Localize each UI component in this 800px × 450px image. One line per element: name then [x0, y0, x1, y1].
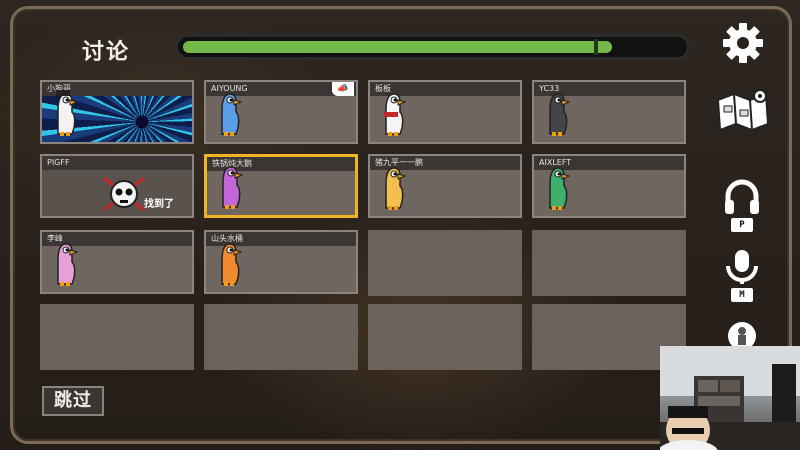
empty-slot — [40, 304, 194, 370]
webcam-person — [660, 346, 800, 450]
body-found-label: 找到了 — [144, 199, 174, 210]
empty-slot — [532, 230, 686, 296]
discussion-timer-bar — [175, 34, 690, 60]
microphone-button[interactable]: M — [722, 248, 762, 304]
player-card[interactable]: 小狗哥 — [40, 80, 194, 144]
player-card[interactable]: 猪九平一一鹏 — [368, 154, 522, 218]
headphones-icon — [725, 179, 759, 214]
megaphone-icon: 📣 — [332, 82, 354, 96]
player-avatar — [215, 161, 244, 213]
player-avatar — [214, 238, 243, 290]
empty-slot — [368, 304, 522, 370]
map-icon — [716, 89, 770, 132]
player-avatar — [50, 238, 79, 290]
microphone-icon — [726, 250, 758, 284]
player-card[interactable]: 板板 — [368, 80, 522, 144]
player-card[interactable]: YC33 — [532, 80, 686, 144]
empty-slot — [204, 304, 358, 370]
settings-button[interactable] — [720, 20, 766, 66]
player-card[interactable]: 山头水桶 — [204, 230, 358, 294]
player-avatar — [50, 88, 79, 140]
skip-button[interactable]: 跳过 — [42, 386, 104, 416]
player-avatar — [378, 162, 407, 214]
player-avatar — [542, 162, 571, 214]
player-card[interactable]: 李峰 — [40, 230, 194, 294]
player-avatar — [214, 88, 243, 140]
page-title: 讨论 — [82, 40, 131, 65]
dead-player-skull-icon — [102, 176, 146, 216]
player-card[interactable]: AIYOUNG 📣 — [204, 80, 358, 144]
player-card[interactable]: PIGFF 找到了 — [40, 154, 194, 218]
player-avatar — [378, 88, 407, 140]
headphones-key: P — [731, 218, 753, 232]
timer-fill — [183, 41, 612, 53]
gear-icon — [723, 23, 763, 63]
empty-slot — [368, 230, 522, 296]
player-card[interactable]: AIXLEFT — [532, 154, 686, 218]
player-name: PIGFF — [42, 156, 192, 170]
microphone-key: M — [731, 288, 753, 302]
webcam-overlay — [660, 346, 800, 450]
map-button[interactable] — [714, 86, 772, 132]
headphones-button[interactable]: P — [722, 178, 762, 234]
timer-marker — [594, 39, 598, 55]
player-card[interactable]: 铁锅炖大鹅 — [204, 154, 358, 218]
player-avatar — [542, 88, 571, 140]
